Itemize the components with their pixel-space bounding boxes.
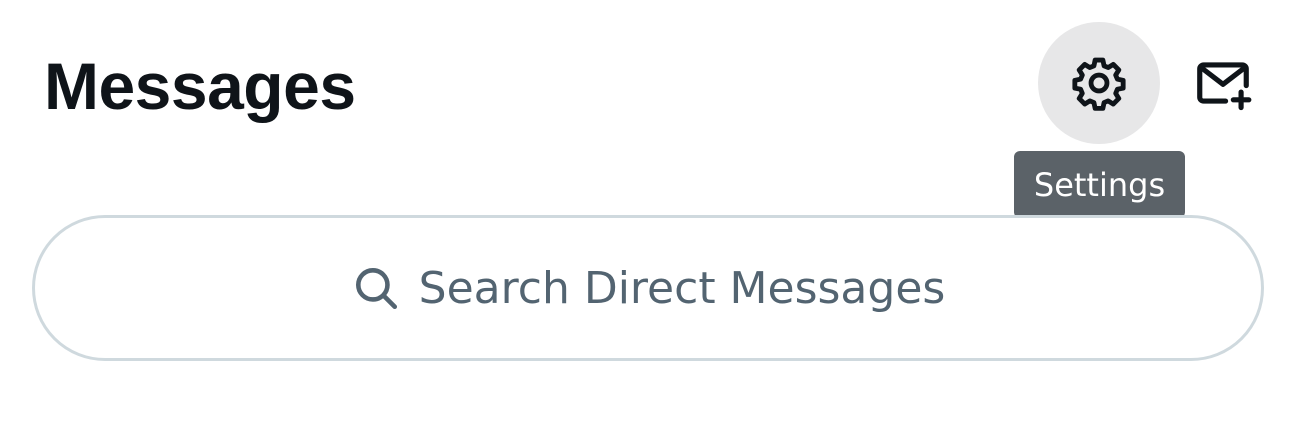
- settings-button[interactable]: [1038, 22, 1160, 144]
- search-icon: [351, 263, 401, 313]
- page-title: Messages: [44, 49, 356, 123]
- search-direct-messages-field[interactable]: Search Direct Messages: [32, 215, 1264, 361]
- gear-icon: [1072, 57, 1126, 111]
- envelope-plus-icon: [1197, 62, 1252, 111]
- new-message-button[interactable]: [1162, 22, 1284, 144]
- search-placeholder: Search Direct Messages: [418, 262, 946, 314]
- settings-tooltip: Settings: [1014, 151, 1185, 218]
